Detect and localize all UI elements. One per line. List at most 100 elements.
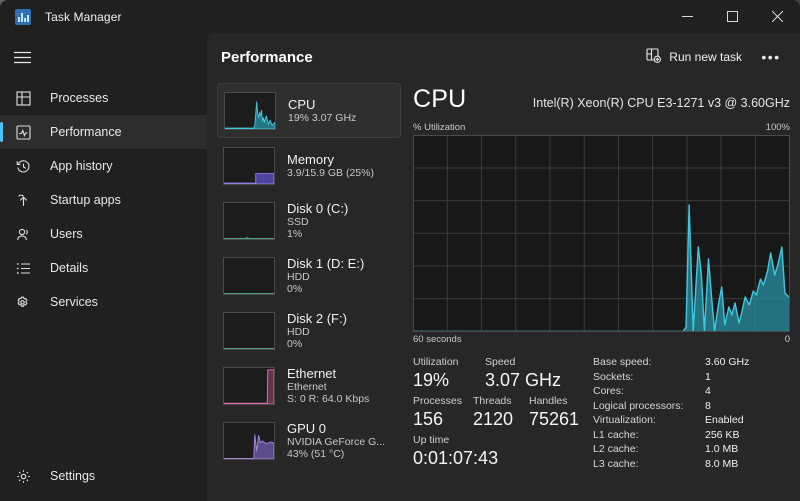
sidebar-item-startup-apps[interactable]: Startup apps <box>0 183 207 217</box>
resource-line2: 0% <box>287 283 303 295</box>
maximize-button[interactable] <box>710 0 755 33</box>
stat-value: 3.07 GHz <box>485 370 562 390</box>
stat-label: Processes <box>413 395 463 407</box>
resource-line2: 1% <box>287 228 303 240</box>
sidebar-item-label: Services <box>50 295 98 309</box>
resource-text: Disk 1 (D: E:) HDD 0% <box>287 256 364 296</box>
gpu0-thumbnail-graph <box>223 421 275 460</box>
resource-list: CPU 19% 3.07 GHz Memory 3.9/15.9 GB (25%… <box>217 81 401 501</box>
stat-uptime: Up time 0:01:07:43 <box>413 433 498 469</box>
processes-icon <box>14 89 32 107</box>
spec-key: L2 cache: <box>593 443 639 455</box>
spec-row: L1 cache: 256 KB <box>593 428 790 443</box>
resource-line1: SSD <box>287 215 309 228</box>
resource-line1: 19% 3.07 GHz <box>288 111 357 124</box>
resource-text: Ethernet Ethernet S: 0 R: 64.0 Kbps <box>287 366 369 406</box>
performance-icon <box>14 123 32 141</box>
stat-value: 19% <box>413 370 450 390</box>
stat-processes: Processes 156 <box>413 394 473 430</box>
cpu-title: CPU <box>413 85 467 113</box>
run-new-task-button[interactable]: Run new task <box>636 42 752 72</box>
close-button[interactable] <box>755 0 800 33</box>
cpu-model: Intel(R) Xeon(R) CPU E3-1271 v3 @ 3.60GH… <box>532 96 790 110</box>
sidebar-item-label: Details <box>50 261 89 275</box>
resource-name: Disk 1 (D: E:) <box>287 255 365 271</box>
resource-text: Disk 0 (C:) SSD 1% <box>287 201 348 241</box>
spec-row: Cores: 4 <box>593 384 790 399</box>
graph-x-left-label: 60 seconds <box>413 334 462 345</box>
sidebar-item-users[interactable]: Users <box>0 217 207 251</box>
header-actions: Run new task ••• <box>636 42 786 72</box>
sidebar-item-app-history[interactable]: App history <box>0 149 207 183</box>
sidebar-item-label: Startup apps <box>50 193 121 207</box>
stat-value: 156 <box>413 409 444 429</box>
resource-item-memory[interactable]: Memory 3.9/15.9 GB (25%) <box>217 138 401 193</box>
spec-value: 1 <box>705 370 711 383</box>
cpu-header: CPU Intel(R) Xeon(R) CPU E3-1271 v3 @ 3.… <box>413 81 790 114</box>
spec-value: 256 KB <box>705 428 740 441</box>
spec-row: L3 cache: 8.0 MB <box>593 457 790 472</box>
resource-item-disk0[interactable]: Disk 0 (C:) SSD 1% <box>217 193 401 248</box>
resource-line1: Ethernet <box>287 380 327 393</box>
sidebar-item-label: App history <box>50 159 113 173</box>
sidebar-item-label: Processes <box>50 91 109 105</box>
graph-y-max: 100% <box>765 122 790 133</box>
run-new-task-label: Run new task <box>669 50 742 64</box>
stat-threads: Threads 2120 <box>473 394 529 430</box>
spec-row: Base speed: 3.60 GHz <box>593 355 790 370</box>
spec-row: L2 cache: 1.0 MB <box>593 442 790 457</box>
resource-text: GPU 0 NVIDIA GeForce G... 43% (51 °C) <box>287 421 385 461</box>
stat-speed: Speed 3.07 GHz <box>485 355 561 391</box>
services-icon <box>14 293 32 311</box>
details-icon <box>14 259 32 277</box>
stat-label: Speed <box>485 356 516 368</box>
spec-row: Sockets: 1 <box>593 370 790 385</box>
stat-label: Threads <box>473 395 512 407</box>
sidebar-item-settings[interactable]: Settings <box>0 459 207 493</box>
resource-line2: 43% (51 °C) <box>287 448 345 460</box>
spec-row: Virtualization: Enabled <box>593 413 790 428</box>
sidebar-item-label: Performance <box>50 125 122 139</box>
sidebar-item-services[interactable]: Services <box>0 285 207 319</box>
resource-name: Ethernet <box>287 365 337 381</box>
cpu-thumbnail-graph <box>224 91 276 130</box>
sidebar-item-label: Users <box>50 227 83 241</box>
resource-item-gpu0[interactable]: GPU 0 NVIDIA GeForce G... 43% (51 °C) <box>217 413 401 468</box>
resource-line1: 3.9/15.9 GB (25%) <box>287 166 374 179</box>
title-bar: Task Manager <box>0 0 800 33</box>
cpu-utilization-graph <box>413 135 790 332</box>
sidebar-item-performance[interactable]: Performance <box>0 115 207 149</box>
spec-value: 4 <box>705 385 711 397</box>
graph-bottom-axis: 60 seconds 0 <box>413 334 790 345</box>
disk2-thumbnail-graph <box>223 311 275 350</box>
spec-key: Sockets: <box>593 370 634 383</box>
spec-value: 8 <box>705 399 711 412</box>
task-manager-icon <box>15 8 31 25</box>
resource-name: Memory <box>287 151 334 167</box>
spec-row: Logical processors: 8 <box>593 399 790 414</box>
resource-name: CPU <box>288 96 316 112</box>
more-options-button[interactable]: ••• <box>756 44 786 70</box>
cpu-specs: Base speed: 3.60 GHz Sockets: 1 Cores: 4 <box>593 355 790 472</box>
resource-name: GPU 0 <box>287 420 327 436</box>
resource-item-ethernet[interactable]: Ethernet Ethernet S: 0 R: 64.0 Kbps <box>217 358 401 413</box>
spec-value: 8.0 MB <box>705 457 739 470</box>
history-icon <box>14 157 32 175</box>
resource-item-disk2[interactable]: Disk 2 (F:) HDD 0% <box>217 303 401 358</box>
resource-item-cpu[interactable]: CPU 19% 3.07 GHz <box>217 83 401 138</box>
cpu-stats: Utilization 19% Speed 3.07 GHz Processes… <box>413 355 790 472</box>
spec-key: L1 cache: <box>593 428 639 441</box>
stat-value: 75261 <box>529 409 580 429</box>
page-title: Performance <box>221 48 313 66</box>
graph-x-right-label: 0 <box>784 334 790 345</box>
sidebar-item-details[interactable]: Details <box>0 251 207 285</box>
hamburger-icon[interactable] <box>0 37 207 77</box>
stats-row-3: Up time 0:01:07:43 <box>413 433 588 469</box>
memory-thumbnail-graph <box>223 146 275 185</box>
sidebar-item-processes[interactable]: Processes <box>0 81 207 115</box>
graph-top-axis: % Utilization 100% <box>413 122 790 133</box>
gear-icon <box>14 467 32 485</box>
resource-item-disk1[interactable]: Disk 1 (D: E:) HDD 0% <box>217 248 401 303</box>
resource-text: Disk 2 (F:) HDD 0% <box>287 311 347 351</box>
minimize-button[interactable] <box>665 0 710 33</box>
